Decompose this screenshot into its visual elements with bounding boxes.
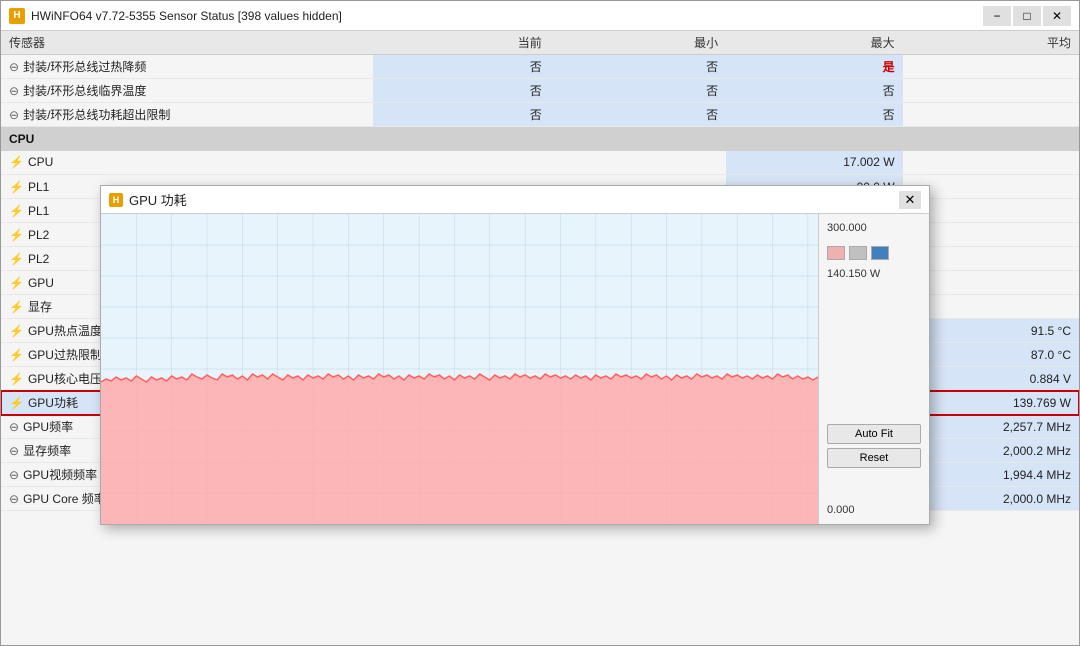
chart-sidebar: 300.000 140.150 W Auto Fit Reset 0.000 — [819, 214, 929, 524]
window-title: HWiNFO64 v7.72-5355 Sensor Status [398 v… — [31, 9, 342, 23]
popup-title: GPU 功耗 — [129, 190, 187, 209]
table-row[interactable]: ⊖封装/环形总线临界温度否否否 — [1, 79, 1079, 103]
legend-boxes — [827, 246, 921, 260]
col-max: 最大 — [726, 31, 902, 55]
row-max: 17.002 W — [726, 151, 902, 175]
chart-max-value: 300.000 — [827, 222, 921, 234]
app-icon: H — [9, 8, 25, 24]
legend-pink[interactable] — [827, 246, 845, 260]
table-row[interactable]: ⊖封装/环形总线功耗超出限制否否否 — [1, 103, 1079, 127]
chart-buttons-group: Auto Fit Reset — [827, 424, 921, 468]
section-header-label: CPU — [1, 127, 1079, 151]
section-header-row: CPU — [1, 127, 1079, 151]
close-button[interactable]: ✕ — [1043, 6, 1071, 26]
row-min — [550, 151, 726, 175]
chart-min-value: 0.000 — [827, 504, 921, 516]
row-max: 否 — [726, 103, 902, 127]
col-avg: 平均 — [903, 31, 1079, 55]
maximize-button[interactable]: □ — [1013, 6, 1041, 26]
row-avg — [903, 103, 1079, 127]
row-min: 否 — [550, 103, 726, 127]
row-min: 否 — [550, 79, 726, 103]
col-min: 最小 — [550, 31, 726, 55]
col-sensor: 传感器 — [1, 31, 373, 55]
legend-blue[interactable] — [871, 246, 889, 260]
table-header-row: 传感器 当前 最小 最大 平均 — [1, 31, 1079, 55]
row-sensor-name: ⊖封装/环形总线过热降频 — [1, 55, 373, 79]
popup-body: 300.000 140.150 W Auto Fit Reset 0.000 — [101, 214, 929, 524]
row-min: 否 — [550, 55, 726, 79]
row-avg — [903, 55, 1079, 79]
row-avg — [903, 79, 1079, 103]
auto-fit-button[interactable]: Auto Fit — [827, 424, 921, 444]
col-current: 当前 — [373, 31, 549, 55]
row-current: 否 — [373, 55, 549, 79]
reset-button[interactable]: Reset — [827, 448, 921, 468]
row-current — [373, 151, 549, 175]
row-max: 否 — [726, 79, 902, 103]
legend-gray[interactable] — [849, 246, 867, 260]
table-row[interactable]: ⊖封装/环形总线过热降频否否是 — [1, 55, 1079, 79]
row-avg — [903, 151, 1079, 175]
title-bar: H HWiNFO64 v7.72-5355 Sensor Status [398… — [1, 1, 1079, 31]
row-max: 是 — [726, 55, 902, 79]
window-controls: − □ ✕ — [983, 6, 1071, 26]
row-sensor-name: ⊖封装/环形总线临界温度 — [1, 79, 373, 103]
popup-icon: H — [109, 193, 123, 207]
chart-svg — [101, 214, 818, 524]
minimize-button[interactable]: − — [983, 6, 1011, 26]
chart-area — [101, 214, 819, 524]
gpu-power-popup: H GPU 功耗 ✕ — [100, 185, 930, 525]
row-current: 否 — [373, 79, 549, 103]
chart-mid-value: 140.150 W — [827, 268, 921, 280]
row-sensor-name: ⊖封装/环形总线功耗超出限制 — [1, 103, 373, 127]
row-current: 否 — [373, 103, 549, 127]
table-row[interactable]: ⚡CPU 17.002 W — [1, 151, 1079, 175]
row-sensor-name: ⚡CPU — [1, 151, 373, 175]
popup-title-bar: H GPU 功耗 ✕ — [101, 186, 929, 214]
popup-close-button[interactable]: ✕ — [899, 191, 921, 209]
red-value: 是 — [883, 60, 895, 74]
